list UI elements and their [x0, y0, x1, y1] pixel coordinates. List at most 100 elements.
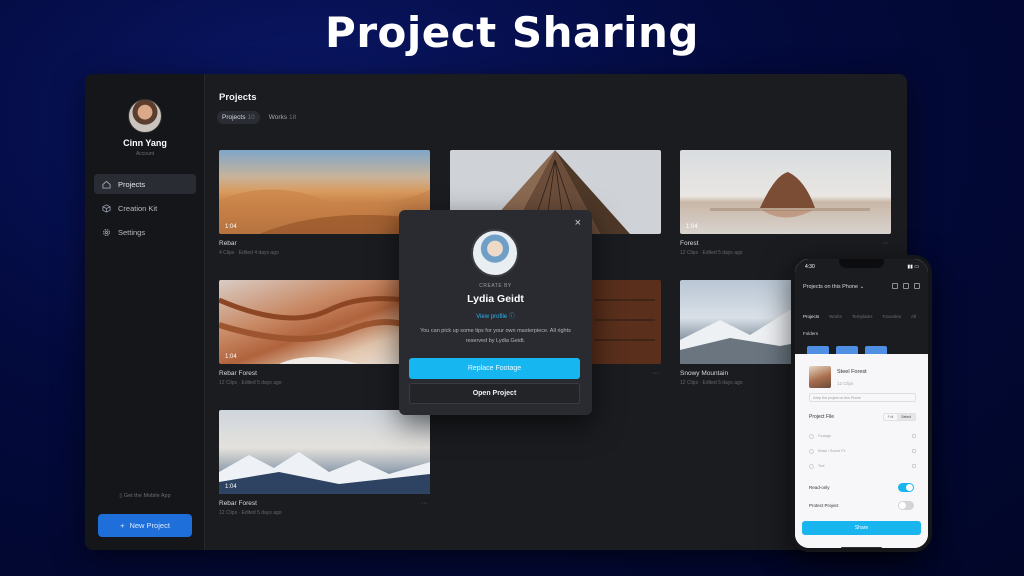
tab-projects[interactable]: Projects 10 [217, 111, 260, 124]
project-thumbnail[interactable]: 1:04 [219, 410, 430, 494]
radio-icon [809, 448, 814, 454]
sheet-project-meta: 12 Clips [837, 381, 854, 386]
folder-icon[interactable] [836, 346, 858, 354]
readonly-label: Read-only [809, 485, 830, 490]
duration-label: 1:04 [225, 354, 237, 360]
project-card[interactable]: 1:04 Rebar Forest 12 Clips · Edited 5 da… [219, 410, 430, 516]
sidebar-item-settings[interactable]: Settings [94, 222, 196, 242]
view-profile-link[interactable]: View profile ⓘ [399, 311, 592, 320]
cloud-icon[interactable] [903, 283, 909, 289]
gear-icon [103, 228, 110, 236]
tab-label: Works [268, 114, 288, 121]
file-scope-toggle: Full Select [882, 413, 916, 421]
user-subtitle: Account [135, 151, 155, 157]
project-title: Rebar Forest [219, 500, 257, 507]
project-thumbnail[interactable]: 1:04 [680, 150, 891, 234]
protect-toggle[interactable] [898, 501, 914, 510]
share-button[interactable]: Share [802, 521, 921, 535]
phone-tab-all[interactable]: All [911, 314, 916, 319]
radio-icon [809, 433, 814, 439]
sidebar-nav: Projects Creation Kit Settings [94, 174, 196, 246]
folder-icon[interactable] [865, 346, 887, 354]
duration-label: 1:04 [225, 224, 237, 230]
checkbox[interactable] [912, 434, 916, 438]
project-thumbnail [809, 366, 831, 388]
modal-description: You can pick up some tips for your own m… [420, 328, 571, 344]
storage-select[interactable]: Keep the project on this Phone [809, 393, 916, 402]
creator-name: Lydia Geidt [467, 293, 524, 305]
phone-tab-projects[interactable]: Projects [803, 314, 819, 319]
sidebar-item-label: Settings [118, 227, 146, 237]
tab-count: 10 [247, 114, 255, 121]
tab-label: Projects [222, 114, 246, 121]
page-headline: Project Sharing [325, 8, 699, 57]
home-icon [102, 180, 111, 189]
info-circle-icon: ⓘ [508, 314, 515, 320]
sidebar-item-creation-kit[interactable]: Creation Kit [94, 198, 196, 218]
sidebar-item-projects[interactable]: Projects [94, 174, 196, 194]
readonly-toggle[interactable] [898, 483, 914, 492]
file-option-row[interactable]: Music / Sound FX [809, 445, 916, 457]
duration-label: 1:04 [225, 484, 237, 490]
project-card[interactable]: 1:04 Forest 12 Clips · Edited 5 days ago… [680, 150, 891, 256]
chevron-down-icon: ⌄ [859, 284, 865, 290]
more-options-icon[interactable]: ··· [421, 500, 428, 507]
phone-top-panel: 4:30 ▮▮ ▭ Projects on this Phone ⌄ Proje… [795, 259, 928, 354]
phone-mockup: 4:30 ▮▮ ▭ Projects on this Phone ⌄ Proje… [791, 255, 932, 552]
more-options-icon[interactable]: ··· [652, 370, 659, 377]
checkbox[interactable] [912, 449, 916, 453]
seg-select[interactable]: Select [897, 414, 915, 420]
file-option-row[interactable]: Footage [809, 430, 916, 442]
file-option-row[interactable]: Text [809, 460, 916, 472]
home-indicator [841, 547, 882, 548]
phone-tab-works[interactable]: Works [829, 314, 842, 319]
tab-count: 18 [289, 114, 297, 121]
create-by-label: CREATE BY [479, 283, 512, 289]
folder-chips [807, 346, 887, 354]
creator-modal: × CREATE BY Lydia Geidt View profile ⓘ Y… [399, 210, 592, 415]
phone-tabs: Projects Works Templates Favorites All [803, 314, 916, 319]
open-project-button[interactable]: Open Project [409, 383, 580, 404]
phone-folders-label: Folders [803, 331, 819, 336]
signal-battery-icon: ▮▮ ▭ [907, 264, 919, 270]
plus-icon: + [120, 521, 125, 530]
sidebar: Cinn Yang Account Projects Creation Kit … [85, 74, 205, 550]
phone-notch [839, 259, 884, 268]
project-title: Forest [680, 240, 699, 247]
phone-tab-favorites[interactable]: Favorites [882, 314, 901, 319]
tab-works[interactable]: Works 18 [264, 111, 302, 124]
sidebar-item-label: Creation Kit [118, 203, 158, 213]
project-meta: 12 Clips · Edited 5 days ago [219, 510, 282, 516]
file-option-label: Music / Sound FX [818, 449, 846, 453]
checkbox[interactable] [912, 464, 916, 468]
duration-label: 1:04 [686, 224, 698, 230]
creator-avatar [471, 229, 519, 277]
replace-footage-button[interactable]: Replace Footage [409, 358, 580, 379]
new-project-label: New Project [129, 521, 170, 530]
phone-header[interactable]: Projects on this Phone ⌄ [803, 284, 864, 290]
phone-time: 4:30 [805, 264, 815, 270]
project-tabs: Projects 10 Works 18 [217, 111, 301, 124]
phone-tab-templates[interactable]: Templates [852, 314, 873, 319]
seg-full[interactable]: Full [884, 414, 898, 420]
protect-label: Protect Project [809, 503, 839, 508]
more-options-icon[interactable]: ··· [882, 240, 889, 247]
grid-icon[interactable] [892, 283, 898, 289]
view-profile-label: View profile [476, 314, 508, 320]
folder-icon[interactable] [807, 346, 829, 354]
more-icon[interactable] [914, 283, 920, 289]
radio-icon [809, 463, 814, 469]
cube-icon [102, 203, 111, 213]
new-project-button[interactable]: + New Project [98, 514, 192, 537]
user-name: Cinn Yang [123, 138, 167, 148]
mobile-app-label: Get the Mobile App [123, 493, 171, 499]
file-option-label: Footage [818, 434, 831, 438]
sidebar-item-label: Projects [118, 179, 146, 189]
project-file-label: Project File [809, 414, 835, 420]
phone-header-label: Projects on this Phone [803, 284, 859, 290]
phone-header-actions [892, 283, 920, 289]
mobile-app-link[interactable]: ▯ Get the Mobile App [85, 493, 205, 499]
file-option-label: Text [818, 464, 825, 468]
close-icon[interactable]: × [575, 217, 581, 229]
user-avatar[interactable] [128, 99, 162, 133]
